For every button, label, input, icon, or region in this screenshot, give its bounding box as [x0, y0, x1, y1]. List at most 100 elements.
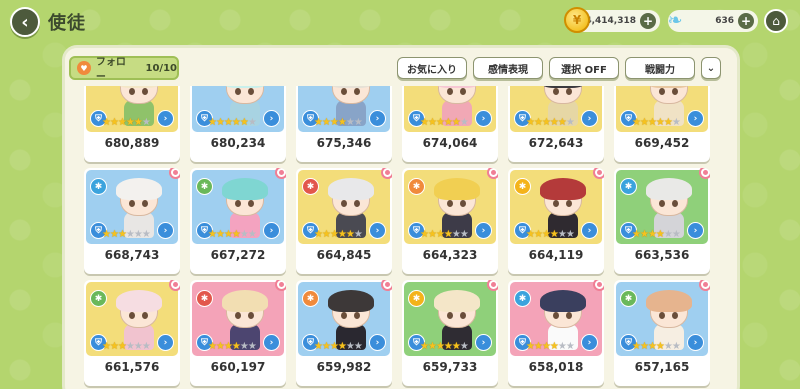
- combat-power-value: 658,018: [528, 360, 584, 374]
- expand-button[interactable]: ⌄: [701, 57, 721, 79]
- apostle-card[interactable]: ✱ ⛨ › ★★★★★★ 664,119: [508, 168, 604, 274]
- star-rating: ★★★★★★: [314, 229, 363, 240]
- star-empty-icon: ★: [565, 341, 575, 352]
- back-button[interactable]: ‹: [10, 7, 40, 37]
- element-badge-icon: ✱: [408, 290, 425, 307]
- element-badge-icon: ✱: [302, 178, 319, 195]
- star-filled-icon: ★: [109, 117, 119, 128]
- star-filled-icon: ★: [427, 117, 437, 128]
- chevron-left-icon: ‹: [21, 11, 29, 33]
- follow-filter-button[interactable]: ♥ フォロー 10/10: [69, 56, 179, 83]
- star-filled-icon: ★: [321, 229, 331, 240]
- apostle-portrait: ✱⛨›★★★★★★: [510, 170, 602, 244]
- star-filled-icon: ★: [102, 229, 111, 240]
- star-filled-icon: ★: [125, 117, 135, 128]
- star-filled-icon: ★: [231, 117, 241, 128]
- combat-power-value: 663,536: [634, 248, 690, 262]
- star-empty-icon: ★: [671, 341, 681, 352]
- favorite-button[interactable]: お気に入り: [397, 57, 467, 79]
- star-filled-icon: ★: [321, 117, 331, 128]
- apostle-card[interactable]: ✱ ⛨ › ★★★★★★ 668,743: [84, 168, 180, 274]
- star-empty-icon: ★: [247, 117, 257, 128]
- apostle-portrait: ✱⛨›★★★★★★: [510, 282, 602, 356]
- element-badge-icon: ✱: [408, 178, 425, 195]
- position-badge-icon: ›: [475, 110, 492, 127]
- apostle-card[interactable]: ✱ ⛨ › ★★★★★★ 661,576: [84, 280, 180, 386]
- emote-button[interactable]: 感情表現: [473, 57, 543, 79]
- page-title: 使徒: [48, 13, 86, 34]
- star-empty-icon: ★: [141, 341, 151, 352]
- combat-power-value: 680,234: [210, 136, 266, 150]
- star-filled-icon: ★: [533, 117, 543, 128]
- apostle-card[interactable]: ✱ ⛨ › ★★★★★★ 657,165: [614, 280, 710, 386]
- star-filled-icon: ★: [541, 341, 551, 352]
- add-gem-button[interactable]: +: [738, 13, 754, 29]
- star-filled-icon: ★: [632, 117, 641, 128]
- apostle-card[interactable]: ✱ ⛨ › ★★★★★★ 664,845: [296, 168, 392, 274]
- star-empty-icon: ★: [671, 229, 681, 240]
- star-filled-icon: ★: [533, 341, 543, 352]
- apostle-card[interactable]: ✱ ⛨ › ★★★★★★ 659,982: [296, 280, 392, 386]
- element-badge-icon: ✱: [302, 290, 319, 307]
- star-filled-icon: ★: [655, 117, 665, 128]
- apostle-card[interactable]: ✱ ⛨ › ★★★★★★ 663,536: [614, 168, 710, 274]
- apostle-card[interactable]: ✱ ⛨ › ★★★★★★ 659,733: [402, 280, 498, 386]
- star-filled-icon: ★: [314, 117, 323, 128]
- star-filled-icon: ★: [223, 341, 233, 352]
- apostle-card[interactable]: ✱ ⛨ › ★★★★★★ 660,197: [190, 280, 286, 386]
- star-filled-icon: ★: [443, 229, 453, 240]
- star-filled-icon: ★: [231, 229, 241, 240]
- flower-icon: [169, 168, 180, 179]
- star-empty-icon: ★: [565, 229, 575, 240]
- star-filled-icon: ★: [329, 229, 339, 240]
- combat-power-value: 680,889: [104, 136, 160, 150]
- combat-power-value: 675,346: [316, 136, 372, 150]
- element-badge-icon: ✱: [196, 178, 213, 195]
- position-badge-icon: ›: [157, 334, 174, 351]
- star-filled-icon: ★: [420, 117, 429, 128]
- star-rating: ★★★★★★: [314, 117, 363, 128]
- star-filled-icon: ★: [208, 341, 217, 352]
- star-filled-icon: ★: [647, 229, 657, 240]
- apostle-card[interactable]: ✱ ⛨ › ★★★★★★ 664,323: [402, 168, 498, 274]
- apostle-card[interactable]: ✱ ⛨ › ★★★★★★ 667,272: [190, 168, 286, 274]
- home-button[interactable]: ⌂: [764, 9, 788, 33]
- star-empty-icon: ★: [239, 229, 249, 240]
- star-rating: ★★★★★★: [526, 229, 575, 240]
- sort-power-button[interactable]: 戦闘力: [625, 57, 695, 79]
- combat-power-value: 667,272: [210, 248, 266, 262]
- star-filled-icon: ★: [102, 117, 111, 128]
- star-filled-icon: ★: [215, 229, 225, 240]
- star-rating: ★★★★★★: [208, 341, 257, 352]
- star-empty-icon: ★: [247, 229, 257, 240]
- star-filled-icon: ★: [329, 341, 339, 352]
- follow-label: フォロー: [95, 57, 126, 83]
- star-empty-icon: ★: [133, 229, 143, 240]
- star-filled-icon: ★: [533, 229, 543, 240]
- star-filled-icon: ★: [117, 229, 127, 240]
- add-gold-button[interactable]: +: [640, 13, 656, 29]
- apostle-card[interactable]: ✱ ⛨ › ★★★★★★ 658,018: [508, 280, 604, 386]
- home-icon: ⌂: [772, 14, 780, 28]
- star-filled-icon: ★: [549, 229, 559, 240]
- star-filled-icon: ★: [109, 229, 119, 240]
- star-filled-icon: ★: [314, 229, 323, 240]
- gold-currency: ¥ 4,414,318 +: [564, 7, 660, 33]
- star-rating: ★★★★★★: [632, 341, 681, 352]
- star-filled-icon: ★: [443, 341, 453, 352]
- apostle-portrait: ✱⛨›★★★★★★: [86, 282, 178, 356]
- select-toggle-button[interactable]: 選択 OFF: [549, 57, 619, 79]
- star-filled-icon: ★: [655, 341, 665, 352]
- star-filled-icon: ★: [231, 341, 241, 352]
- star-empty-icon: ★: [133, 341, 143, 352]
- element-badge-icon: ✱: [514, 290, 531, 307]
- star-empty-icon: ★: [239, 341, 249, 352]
- star-empty-icon: ★: [557, 341, 567, 352]
- flower-icon: [487, 168, 498, 179]
- combat-power-value: 664,323: [422, 248, 478, 262]
- combat-power-value: 657,165: [634, 360, 690, 374]
- combat-power-value: 659,982: [316, 360, 372, 374]
- star-filled-icon: ★: [329, 117, 339, 128]
- combat-power-value: 668,743: [104, 248, 160, 262]
- star-filled-icon: ★: [526, 229, 535, 240]
